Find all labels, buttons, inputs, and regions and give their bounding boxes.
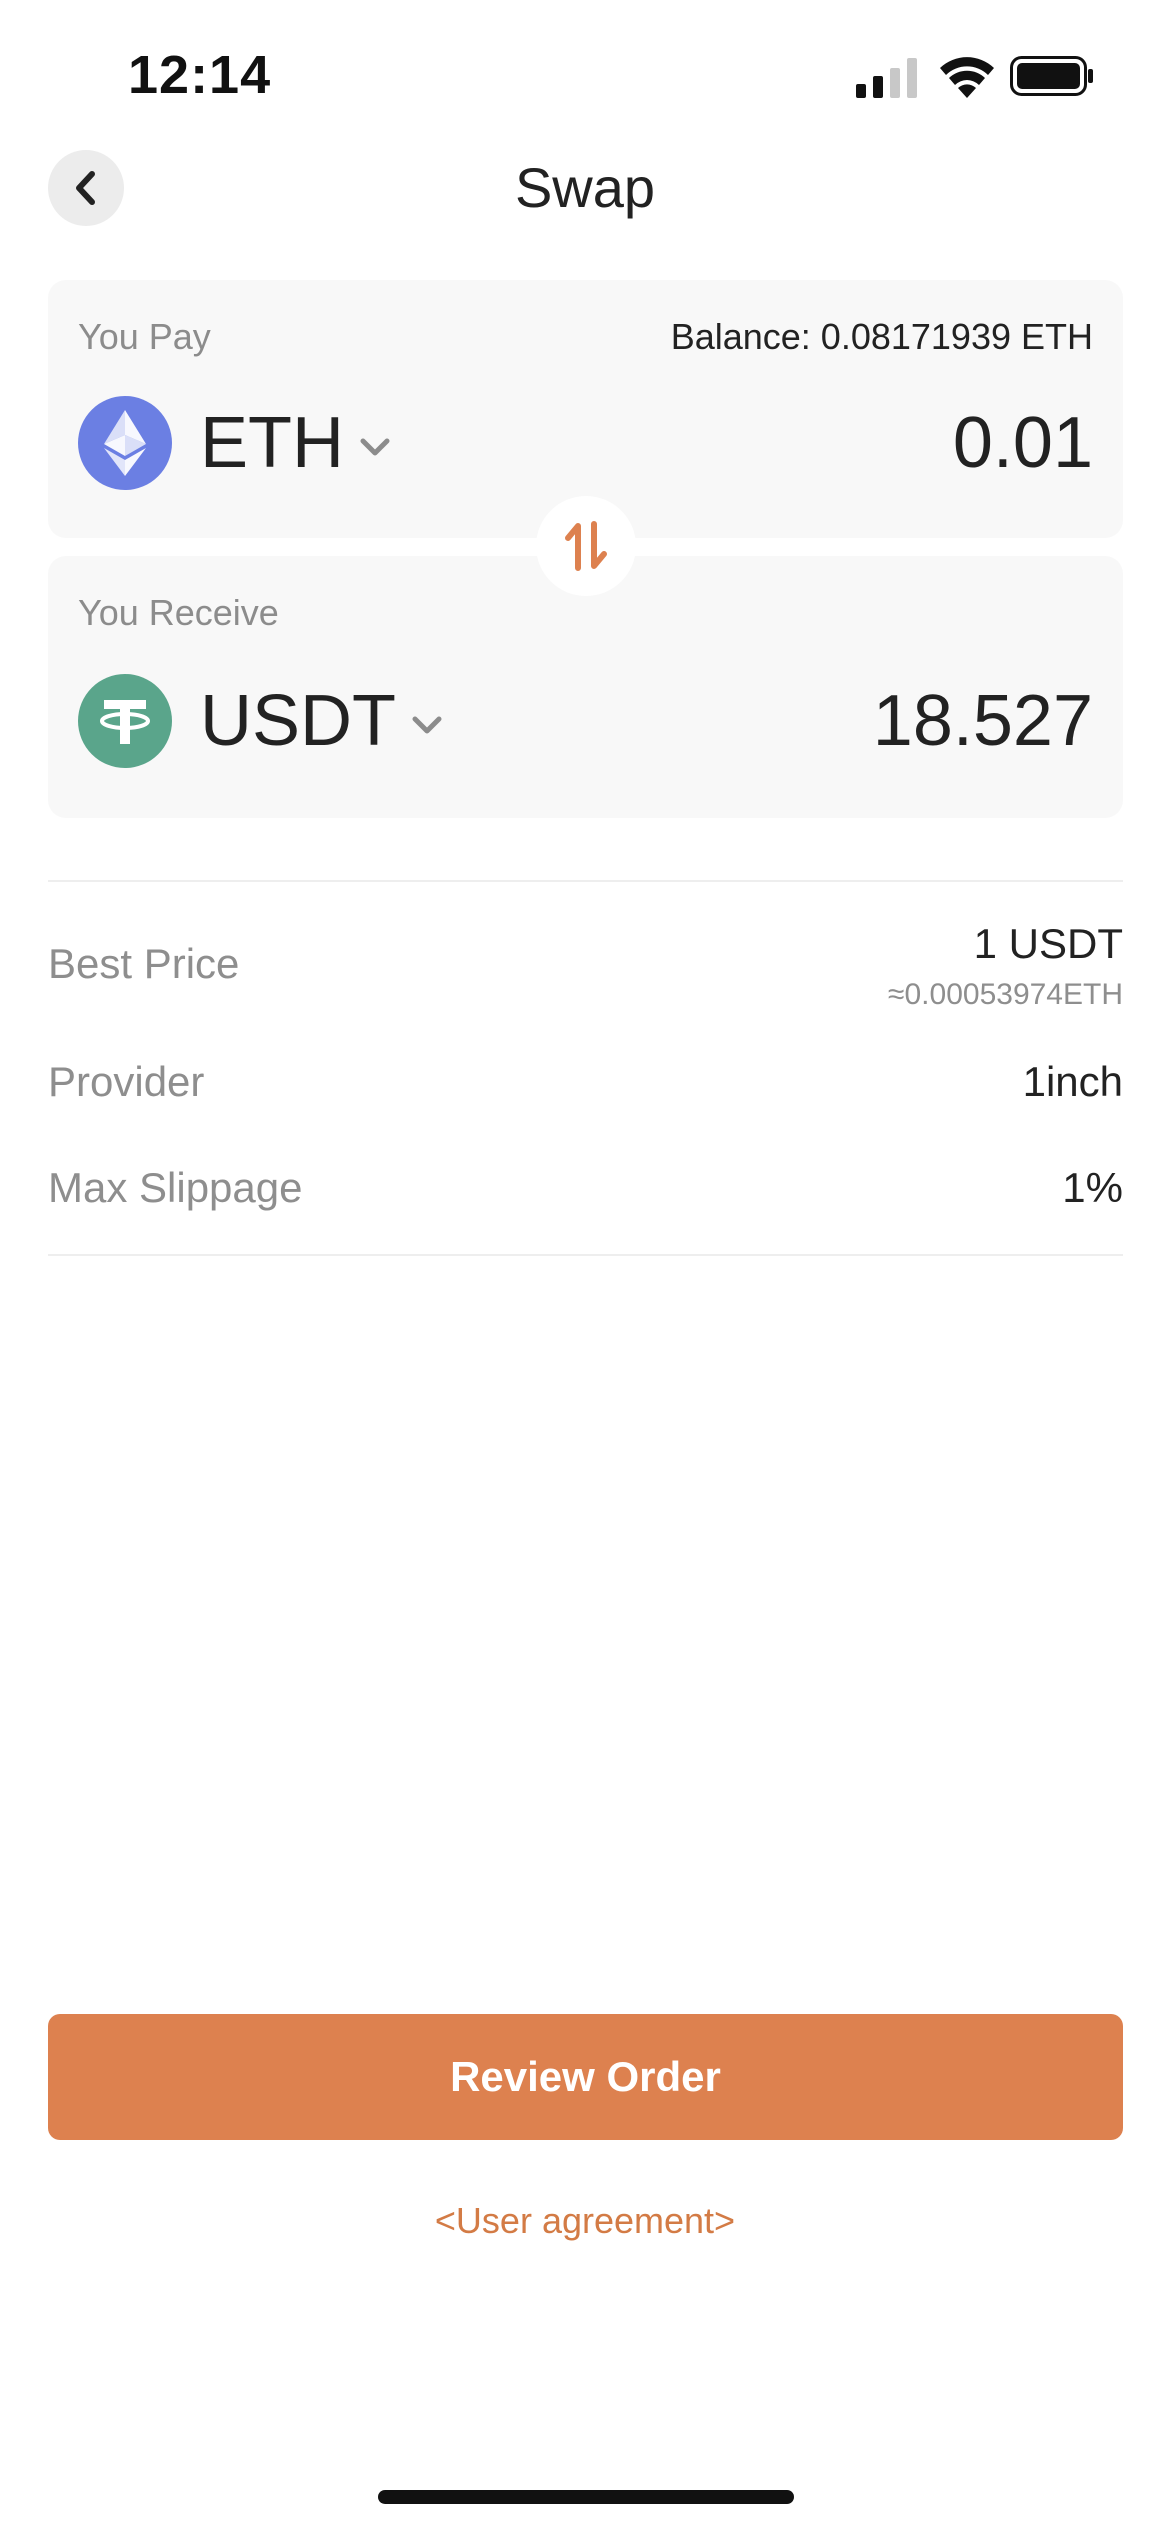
best-price-conversion: ≈0.00053974ETH: [888, 978, 1123, 1011]
battery-icon: [1010, 56, 1093, 96]
best-price-label: Best Price: [48, 940, 240, 987]
max-slippage-value: 1%: [1062, 1164, 1123, 1211]
max-slippage-label: Max Slippage: [48, 1164, 303, 1211]
swap-vertical-icon: [565, 521, 607, 571]
user-agreement-link[interactable]: <User agreement>: [0, 2200, 1170, 2242]
cellular-signal-icon: [856, 58, 917, 98]
pay-token-selector[interactable]: ETH: [200, 402, 344, 484]
balance-text: Balance: 0.08171939 ETH: [670, 316, 1093, 357]
page-title: Swap: [514, 156, 656, 219]
best-price-value: 1 USDT: [973, 920, 1123, 967]
swap-direction-button[interactable]: [536, 496, 636, 596]
pay-label: You Pay: [78, 316, 211, 357]
provider-value: 1inch: [1022, 1058, 1123, 1105]
receive-label: You Receive: [78, 592, 279, 633]
pay-amount-input[interactable]: 0.01: [953, 402, 1093, 484]
status-time: 12:14: [128, 45, 272, 105]
receive-token-selector[interactable]: USDT: [200, 680, 396, 762]
chevron-down-icon[interactable]: [358, 436, 392, 458]
review-order-button[interactable]: Review Order: [48, 2014, 1123, 2140]
divider: [48, 880, 1123, 882]
receive-amount: 18.527: [872, 681, 1093, 761]
wifi-icon: [940, 57, 994, 98]
provider-label: Provider: [48, 1058, 205, 1105]
ethereum-icon: [78, 396, 172, 490]
tether-icon: [78, 674, 172, 768]
divider: [48, 1254, 1123, 1256]
home-indicator: [378, 2490, 794, 2504]
chevron-down-icon[interactable]: [410, 714, 444, 736]
